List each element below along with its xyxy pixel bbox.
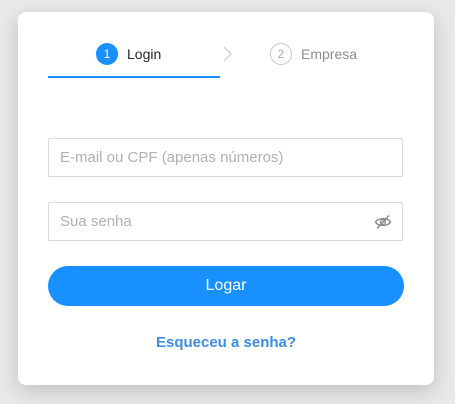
steps-header: 1 Login 2 Empresa <box>48 40 404 78</box>
step-number: 1 <box>96 43 118 65</box>
active-step-underline <box>48 76 220 78</box>
step-label: Empresa <box>301 46 358 62</box>
email-input[interactable] <box>49 139 402 176</box>
login-card: 1 Login 2 Empresa Logar Esqueceu a senha… <box>18 12 434 385</box>
password-field-wrapper <box>48 202 403 241</box>
forgot-password-link[interactable]: Esqueceu a senha? <box>18 334 434 351</box>
step-label: Login <box>127 46 162 62</box>
password-input[interactable] <box>49 203 402 240</box>
login-button[interactable]: Logar <box>48 266 404 306</box>
chevron-right-icon <box>223 46 232 62</box>
step-number: 2 <box>270 43 292 65</box>
email-field-wrapper <box>48 138 403 177</box>
eye-invisible-icon[interactable] <box>374 214 392 230</box>
step-login[interactable]: 1 Login <box>96 42 161 66</box>
step-empresa[interactable]: 2 Empresa <box>270 42 357 66</box>
